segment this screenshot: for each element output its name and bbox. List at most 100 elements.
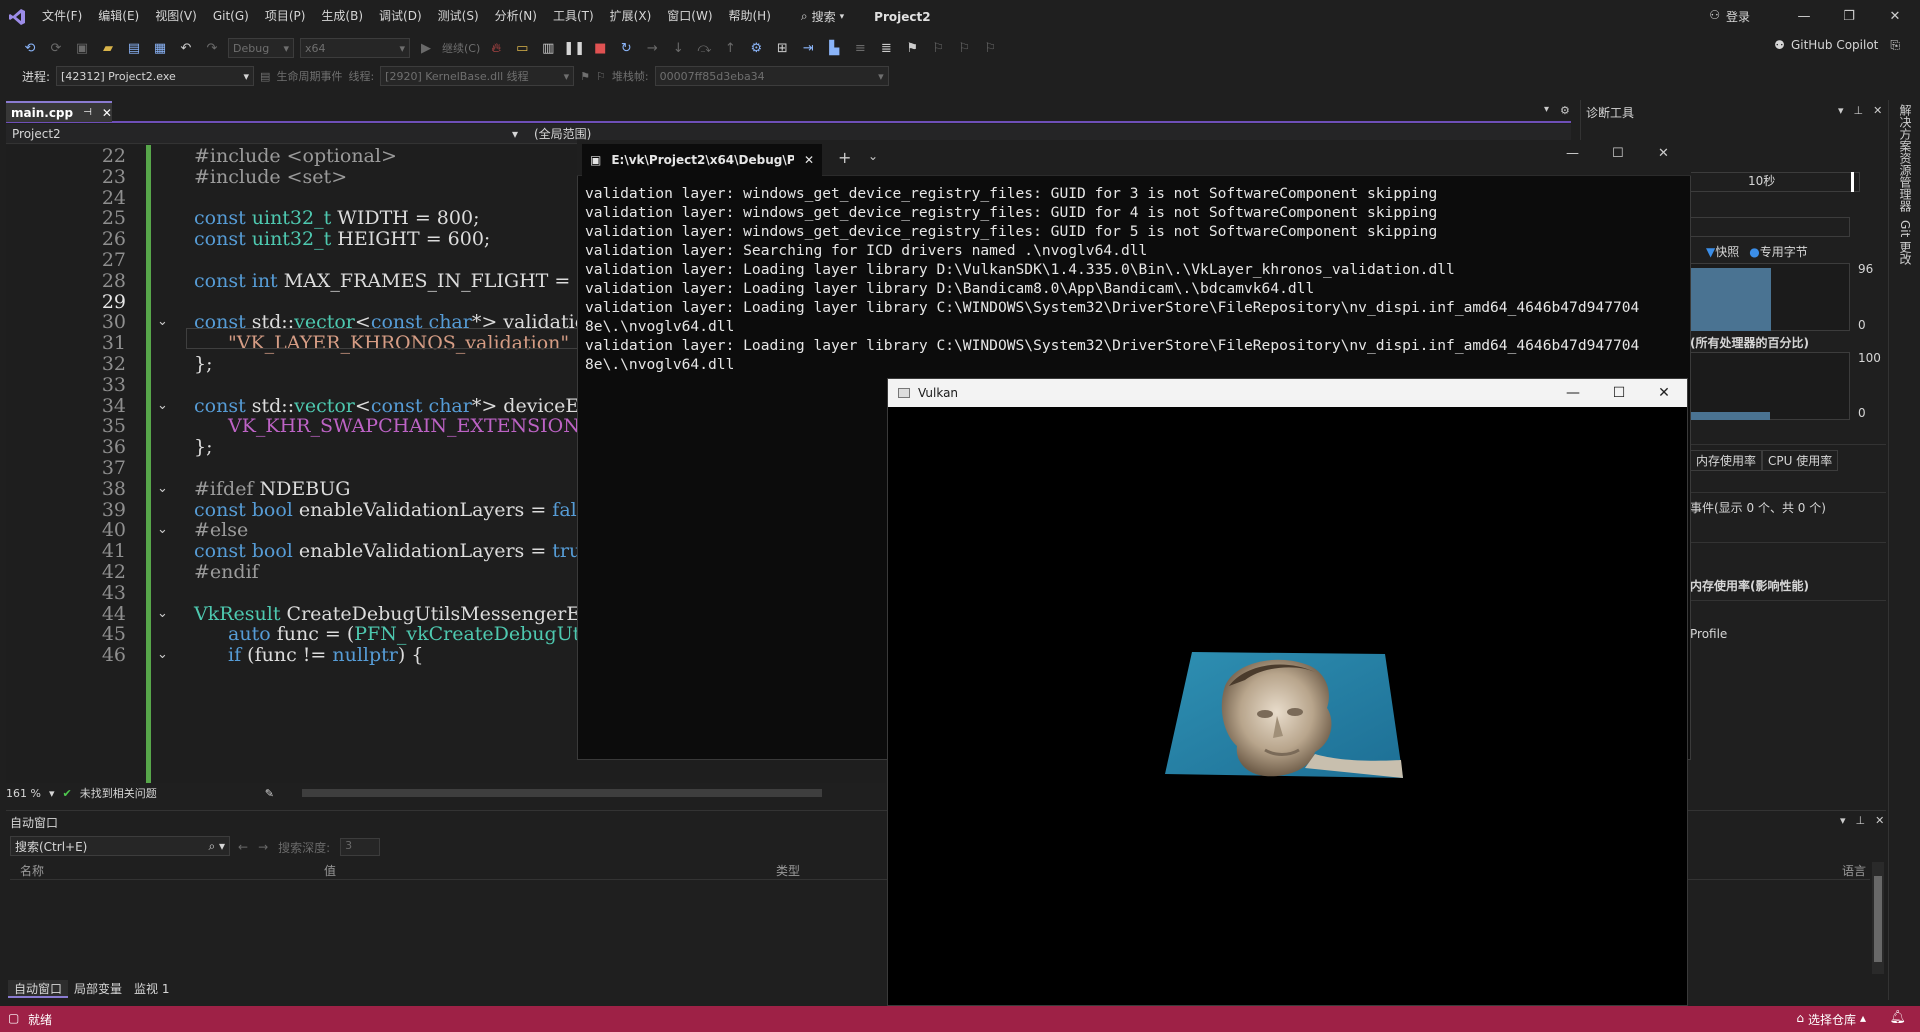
menu-extensions[interactable]: 扩展(X) [602, 0, 660, 33]
tab-memory-usage[interactable]: 内存使用率 [1690, 450, 1763, 471]
tab-locals[interactable]: 局部变量 [68, 980, 128, 998]
terminal-output[interactable]: validation layer: windows_get_device_reg… [585, 184, 1685, 374]
close-icon[interactable]: ✕ [1873, 104, 1882, 117]
chevron-down-icon[interactable]: ⌄ [868, 149, 878, 163]
back-arrow-icon[interactable]: ← [238, 840, 248, 854]
bookmark-icon[interactable]: ⚑ [902, 38, 922, 58]
chevron-down-icon[interactable]: ▾ [1838, 104, 1844, 117]
vulkan-minimize-button[interactable]: — [1563, 383, 1583, 403]
menu-tools[interactable]: 工具(T) [545, 0, 602, 33]
pin-icon[interactable]: ⊣ [83, 107, 92, 118]
settings-icon[interactable]: ⚙ [1560, 104, 1570, 117]
issues-status[interactable]: 未找到相关问题 [80, 785, 157, 801]
step-over-icon[interactable]: ⤼ [694, 38, 714, 58]
menu-test[interactable]: 测试(S) [430, 0, 487, 33]
menu-window[interactable]: 窗口(W) [659, 0, 720, 33]
configuration-select[interactable]: Debug ▾ [228, 38, 294, 58]
diagnostics-icon[interactable]: ⚙ [746, 38, 766, 58]
menu-project[interactable]: 项目(P) [257, 0, 314, 33]
restore-button[interactable]: ❐ [1838, 6, 1860, 28]
continue-icon[interactable]: ▶ [416, 38, 436, 58]
back-icon[interactable]: ⟲ [20, 38, 40, 58]
menu-git[interactable]: Git(G) [205, 0, 257, 33]
platform-select[interactable]: x64 ▾ [300, 38, 410, 58]
menu-help[interactable]: 帮助(H) [721, 0, 779, 33]
menu-file[interactable]: 文件(F) [34, 0, 90, 33]
step-into-icon[interactable]: ↓ [668, 38, 688, 58]
lifecycle-events-button[interactable]: 生命周期事件 [276, 68, 342, 84]
solution-explorer-tab[interactable]: 解决方案资源管理器 [1897, 104, 1914, 212]
terminal-tab[interactable]: ▣ E:\vk\Project2\x64\Debug\Project2.exe … [582, 144, 822, 176]
tab-main-cpp[interactable]: main.cpp ⊣ ✕ [6, 101, 112, 122]
restart-icon[interactable]: ↻ [616, 38, 636, 58]
project-dropdown[interactable]: Project2 ▾ [6, 127, 526, 141]
save-all-icon[interactable]: ▦ [150, 38, 170, 58]
perf-heading[interactable]: 内存使用率(影响性能) [1690, 577, 1809, 594]
select-repository-button[interactable]: ⌂ 选择仓库 ▴ [1796, 1011, 1866, 1028]
column-value[interactable]: 值 [324, 862, 336, 879]
layout-icon[interactable]: ▥ [538, 38, 558, 58]
horizontal-scrollbar[interactable] [301, 789, 822, 797]
process-select[interactable]: [42312] Project2.exe ▾ [56, 66, 255, 86]
menu-build[interactable]: 生成(B) [313, 0, 371, 33]
menu-debug[interactable]: 调试(D) [371, 0, 430, 33]
prev-bookmark-icon[interactable]: ⚐ [928, 38, 948, 58]
pause-icon[interactable]: ❚❚ [563, 38, 585, 58]
step-out-icon[interactable]: ↑ [720, 38, 740, 58]
save-icon[interactable]: ▤ [124, 38, 144, 58]
profile-link[interactable]: Profile [1690, 627, 1727, 641]
show-next-statement-icon[interactable]: → [642, 38, 662, 58]
menu-analyze[interactable]: 分析(N) [487, 0, 545, 33]
fold-toggle-icon[interactable]: ⌄ [157, 642, 171, 668]
column-type[interactable]: 类型 [776, 862, 800, 879]
global-search[interactable]: ⌕ 搜索 ▾ [793, 8, 852, 25]
login-button[interactable]: ⚇ 登录 [1709, 8, 1750, 25]
hot-reload-icon[interactable]: 🔥︎ [486, 38, 506, 58]
tab-cpu-usage[interactable]: CPU 使用率 [1762, 450, 1839, 471]
vulkan-maximize-button[interactable]: ☐ [1609, 383, 1629, 403]
tab-autos[interactable]: 自动窗口 [8, 980, 69, 998]
flag-thread-icon[interactable]: ⚑ [580, 70, 590, 83]
new-project-icon[interactable]: ▣ [72, 38, 92, 58]
terminal-maximize-button[interactable]: ☐ [1612, 146, 1624, 161]
next-bookmark-icon[interactable]: ⚐ [954, 38, 974, 58]
notifications-icon[interactable]: 🔔︎ [1889, 1010, 1906, 1025]
menu-view[interactable]: 视图(V) [147, 0, 205, 33]
stop-icon[interactable]: ■ [590, 38, 610, 58]
forward-arrow-icon[interactable]: → [258, 840, 268, 854]
menu-edit[interactable]: 编辑(E) [90, 0, 147, 33]
clear-bookmarks-icon[interactable]: ⚐ [980, 38, 1000, 58]
minimize-button[interactable]: — [1793, 6, 1815, 28]
stack-frame-select[interactable]: 00007ff85d3eba34 ▾ [654, 66, 889, 86]
zoom-level[interactable]: 161 % [6, 787, 41, 800]
open-folder-icon[interactable]: ▰ [98, 38, 118, 58]
tab-watch-1[interactable]: 监视 1 [128, 980, 175, 998]
forward-icon[interactable]: ⟳ [46, 38, 66, 58]
redo-icon[interactable]: ↷ [202, 38, 222, 58]
flag-all-icon[interactable]: ⚐ [596, 70, 606, 83]
vulkan-close-button[interactable]: ✕ [1654, 383, 1674, 403]
threads-icon[interactable]: ⇥ [798, 38, 818, 58]
pin-icon[interactable]: ⊥ [1854, 104, 1864, 117]
chevron-down-icon[interactable]: ▾ [1840, 814, 1846, 827]
hex-icon[interactable]: ⊞ [772, 38, 792, 58]
close-button[interactable]: ✕ [1884, 6, 1906, 28]
column-language[interactable]: 语言 [1842, 862, 1866, 879]
uncomment-icon[interactable]: ≣ [876, 38, 896, 58]
attach-icon[interactable]: ▭ [512, 38, 532, 58]
terminal-minimize-button[interactable]: — [1566, 146, 1579, 161]
close-icon[interactable]: ✕ [804, 153, 814, 167]
comment-icon[interactable]: ≡ [850, 38, 870, 58]
new-tab-icon[interactable]: + [838, 148, 851, 167]
autos-search-input[interactable]: 搜索(Ctrl+E) ⌕ ▾ [10, 836, 230, 856]
depth-select[interactable]: 3 [340, 838, 381, 856]
brush-icon[interactable]: ✎ [265, 787, 274, 800]
lifecycle-icon[interactable]: ▤ [260, 70, 270, 83]
timeline-cursor[interactable] [1851, 172, 1854, 192]
terminal-close-button[interactable]: ✕ [1658, 146, 1669, 161]
undo-icon[interactable]: ↶ [176, 38, 196, 58]
column-name[interactable]: 名称 [20, 862, 44, 879]
pin-icon[interactable]: ⊥ [1856, 814, 1866, 827]
tab-overflow-icon[interactable]: ▾ [1544, 104, 1549, 115]
copilot-button[interactable]: ⚉ GitHub Copilot ⎘ [1774, 38, 1900, 53]
